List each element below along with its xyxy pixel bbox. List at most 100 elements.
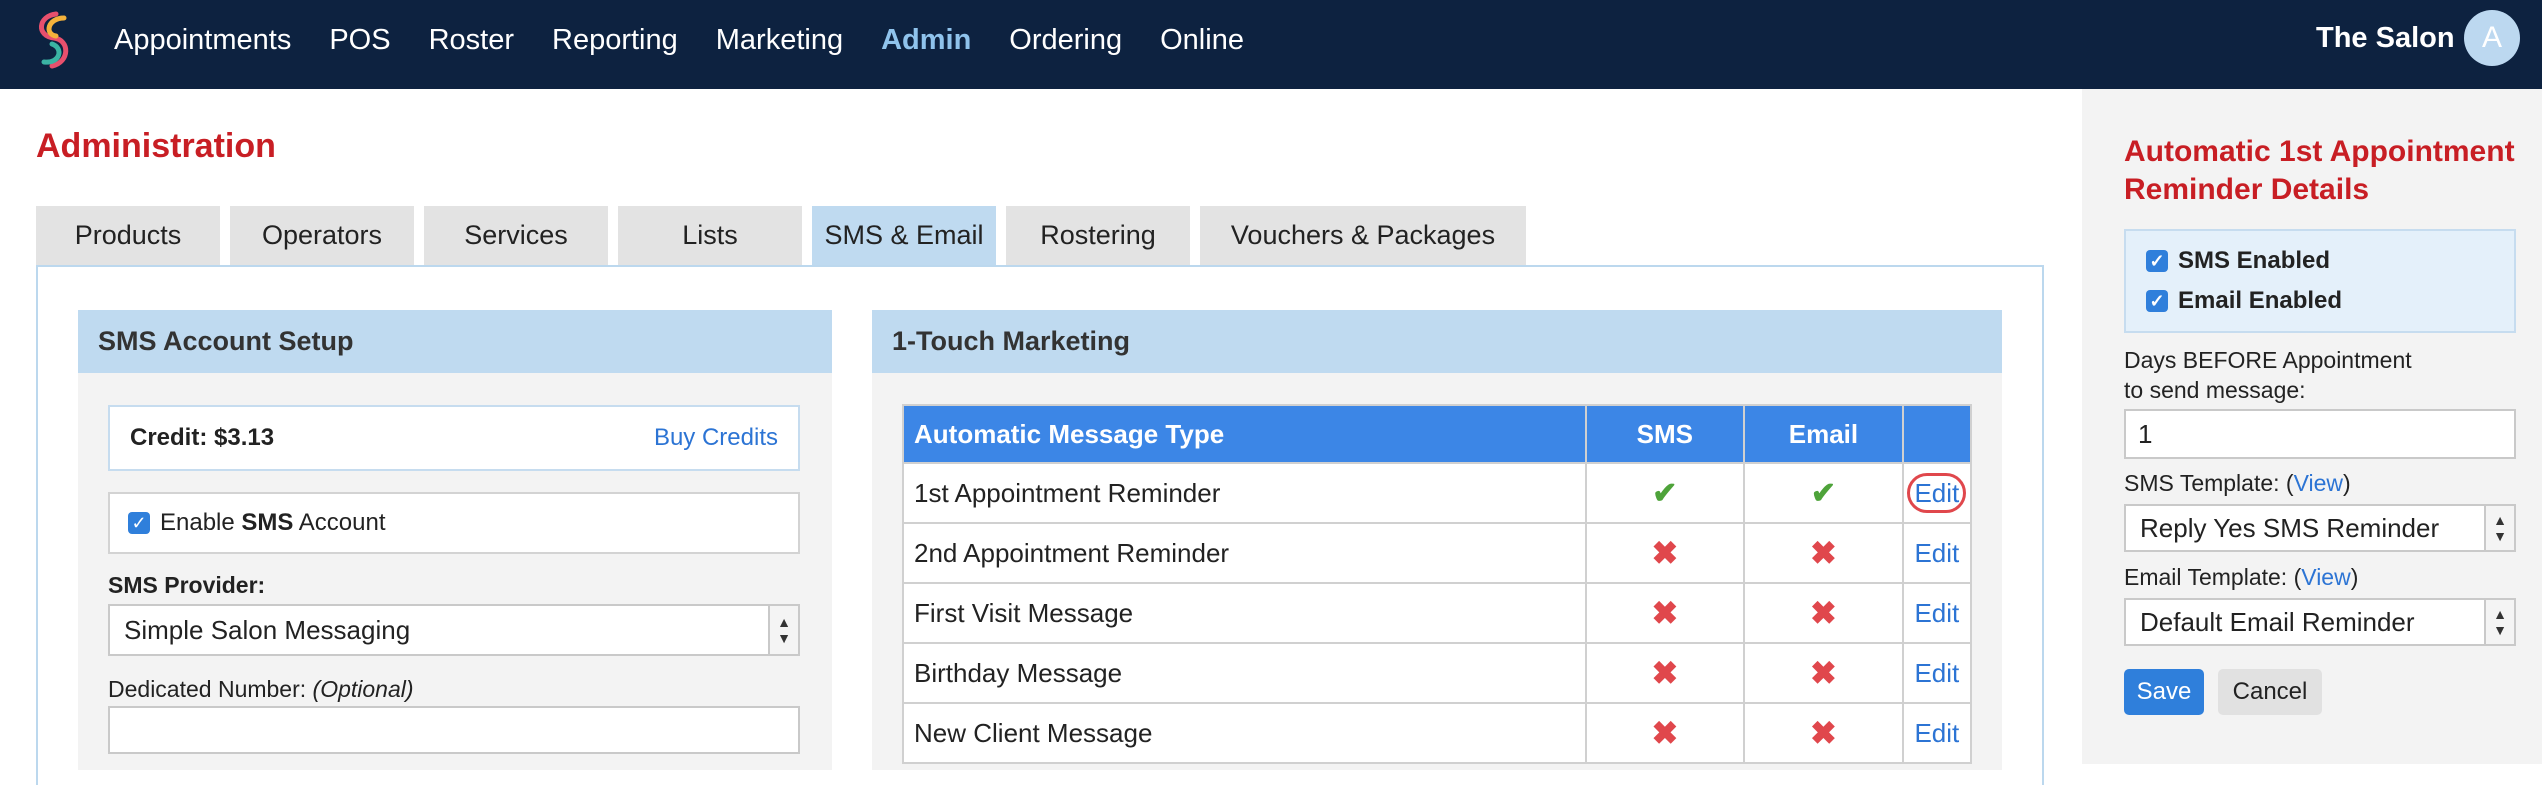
tab-operators[interactable]: Operators [230, 206, 414, 265]
email-status: ✖ [1743, 642, 1904, 704]
check-icon: ✔ [1810, 476, 1836, 510]
check-icon: ✔ [1652, 476, 1678, 510]
enable-sms-label: Enable SMS Account [160, 509, 386, 536]
enable-sms-row[interactable]: ✓ Enable SMS Account [108, 492, 800, 554]
nav-marketing[interactable]: Marketing [716, 24, 843, 57]
enabled-options: ✓ SMS Enabled ✓ Email Enabled [2124, 229, 2516, 333]
table-row: 1st Appointment Reminder ✔ ✔ Edit [902, 462, 1973, 524]
sms-enabled-label: SMS Enabled [2178, 247, 2331, 274]
edit-link[interactable]: Edit [1914, 658, 1959, 688]
reminder-details-panel: Automatic 1st Appointment Reminder Detai… [2082, 89, 2542, 764]
edit-link[interactable]: Edit [1907, 473, 1967, 513]
days-before-label: Days BEFORE Appointment to send message: [2124, 347, 2412, 403]
edit-cell: Edit [1901, 522, 1973, 584]
edit-cell: Edit [1901, 582, 1973, 644]
sms-provider-select[interactable]: Simple Salon Messaging ▲ ▼ [108, 604, 800, 656]
message-type: Birthday Message [902, 642, 1587, 704]
cross-icon: ✖ [1810, 655, 1837, 691]
one-touch-marketing-panel: 1-Touch Marketing Automatic Message Type… [872, 310, 2002, 770]
message-type: First Visit Message [902, 582, 1587, 644]
sms-account-setup-panel: SMS Account Setup Credit: $3.13 Buy Cred… [78, 310, 832, 770]
tab-sms-email[interactable]: SMS & Email [812, 206, 996, 265]
sms-template-select[interactable]: Reply Yes SMS Reminder ▲ ▼ [2124, 504, 2516, 552]
nav-pos[interactable]: POS [329, 24, 390, 57]
table-row: New Client Message ✖ ✖ Edit [902, 702, 1973, 764]
message-type: 1st Appointment Reminder [902, 462, 1587, 524]
nav-admin[interactable]: Admin [881, 24, 971, 57]
column-header [1901, 404, 1973, 464]
tab-rostering[interactable]: Rostering [1006, 206, 1190, 265]
cross-icon: ✖ [1810, 715, 1837, 751]
column-header: SMS [1584, 404, 1746, 464]
edit-cell: Edit [1901, 702, 1973, 764]
tab-vouchers-packages[interactable]: Vouchers & Packages [1200, 206, 1526, 265]
email-status: ✖ [1743, 522, 1904, 584]
nav-reporting[interactable]: Reporting [552, 24, 678, 57]
edit-cell: Edit [1901, 462, 1973, 524]
email-status: ✖ [1743, 582, 1904, 644]
cross-icon: ✖ [1810, 595, 1837, 631]
sms-template-view-link[interactable]: View [2294, 470, 2343, 496]
buy-credits-link[interactable]: Buy Credits [654, 424, 778, 452]
edit-link[interactable]: Edit [1914, 598, 1959, 628]
sms-enabled-row[interactable]: ✓ SMS Enabled [2146, 241, 2514, 281]
sms-status: ✖ [1584, 642, 1746, 704]
email-status: ✖ [1743, 702, 1904, 764]
tab-lists[interactable]: Lists [618, 206, 802, 265]
cross-icon: ✖ [1810, 535, 1837, 571]
days-before-input[interactable]: 1 [2124, 409, 2516, 459]
edit-cell: Edit [1901, 642, 1973, 704]
edit-link[interactable]: Edit [1914, 538, 1959, 568]
dedicated-number-label: Dedicated Number: (Optional) [108, 676, 414, 702]
cross-icon: ✖ [1651, 595, 1679, 631]
nav-online[interactable]: Online [1160, 24, 1244, 57]
email-template-view-link[interactable]: View [2301, 564, 2350, 590]
nav-appointments[interactable]: Appointments [114, 24, 291, 57]
cross-icon: ✖ [1651, 535, 1679, 571]
sms-status: ✖ [1584, 702, 1746, 764]
salon-name[interactable]: The Salon [2316, 22, 2455, 55]
email-status: ✔ [1743, 462, 1904, 524]
admin-tabs: Products Operators Services Lists SMS & … [36, 206, 1536, 265]
chevron-down-icon[interactable]: ▲ ▼ [2484, 600, 2514, 644]
email-enabled-row[interactable]: ✓ Email Enabled [2146, 281, 2514, 321]
table-row: 2nd Appointment Reminder ✖ ✖ Edit [902, 522, 1973, 584]
table-row: First Visit Message ✖ ✖ Edit [902, 582, 1973, 644]
page-title: Administration [36, 127, 276, 165]
sms-provider-value: Simple Salon Messaging [124, 614, 411, 645]
email-template-label: Email Template: (View) [2124, 564, 2359, 590]
table-row: Birthday Message ✖ ✖ Edit [902, 642, 1973, 704]
cross-icon: ✖ [1651, 715, 1679, 751]
email-enabled-checkbox[interactable]: ✓ [2146, 290, 2168, 312]
sms-status: ✔ [1584, 462, 1746, 524]
credit-box: Credit: $3.13 Buy Credits [108, 405, 800, 471]
chevron-down-icon[interactable]: ▲ ▼ [768, 606, 798, 654]
email-template-select[interactable]: Default Email Reminder ▲ ▼ [2124, 598, 2516, 646]
column-header: Email [1743, 404, 1904, 464]
message-type: New Client Message [902, 702, 1587, 764]
app-logo-icon[interactable] [26, 8, 82, 74]
sms-enabled-checkbox[interactable]: ✓ [2146, 250, 2168, 272]
tab-products[interactable]: Products [36, 206, 220, 265]
message-type: 2nd Appointment Reminder [902, 522, 1587, 584]
sms-template-value: Reply Yes SMS Reminder [2140, 512, 2440, 543]
sms-status: ✖ [1584, 582, 1746, 644]
dedicated-number-input[interactable] [108, 706, 800, 754]
nav-roster[interactable]: Roster [429, 24, 514, 57]
nav-ordering[interactable]: Ordering [1009, 24, 1122, 57]
email-enabled-label: Email Enabled [2178, 287, 2343, 314]
column-header: Automatic Message Type [902, 404, 1587, 464]
enable-sms-checkbox[interactable]: ✓ [128, 512, 150, 534]
top-nav: Appointments POS Roster Reporting Market… [0, 0, 2542, 89]
cross-icon: ✖ [1651, 655, 1679, 691]
avatar[interactable]: A [2464, 10, 2520, 66]
credit-label: Credit: $3.13 [130, 424, 275, 451]
save-button[interactable]: Save [2124, 669, 2204, 715]
panel-header: SMS Account Setup [78, 310, 832, 373]
chevron-down-icon[interactable]: ▲ ▼ [2484, 506, 2514, 550]
edit-link[interactable]: Edit [1914, 718, 1959, 748]
panel-header: 1-Touch Marketing [872, 310, 2002, 373]
sms-provider-label: SMS Provider: [108, 572, 266, 598]
cancel-button[interactable]: Cancel [2218, 669, 2322, 715]
tab-services[interactable]: Services [424, 206, 608, 265]
